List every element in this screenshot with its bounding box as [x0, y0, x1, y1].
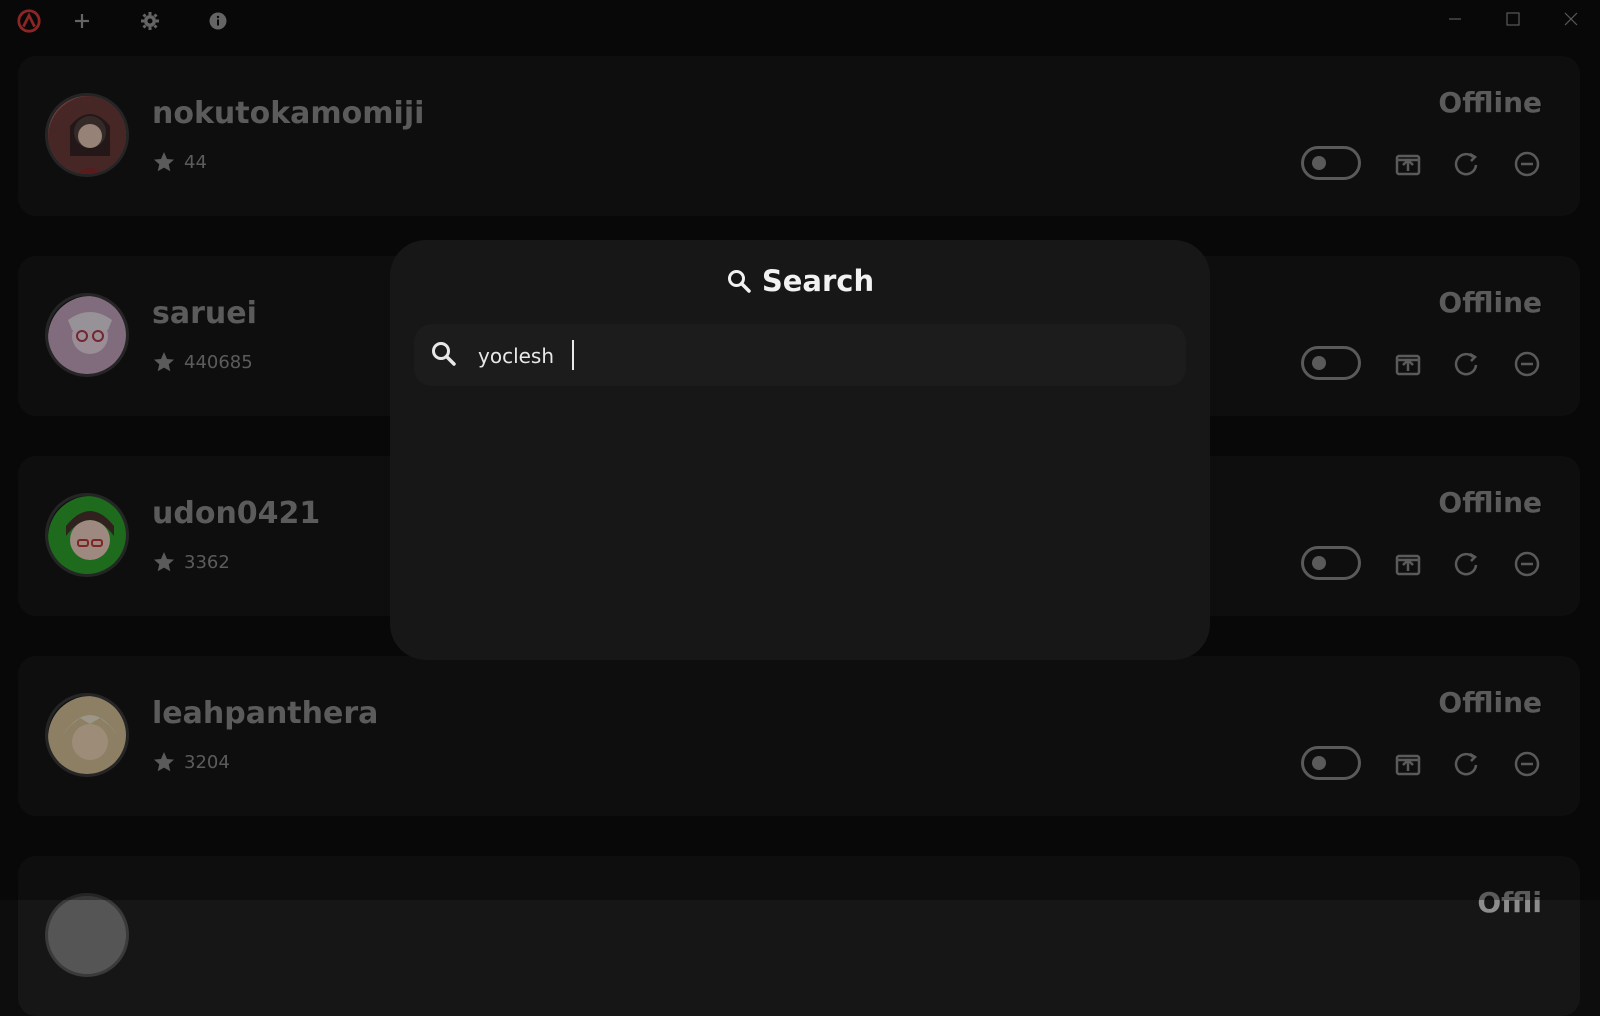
text-cursor [572, 340, 574, 370]
modal-title-text: Search [761, 264, 875, 298]
search-icon [432, 342, 456, 366]
search-icon [727, 270, 751, 293]
search-input[interactable] [476, 336, 1160, 376]
avatar [45, 893, 129, 977]
search-field[interactable] [414, 324, 1186, 386]
search-modal: Search [390, 240, 1210, 660]
modal-title: Search [390, 264, 1210, 298]
